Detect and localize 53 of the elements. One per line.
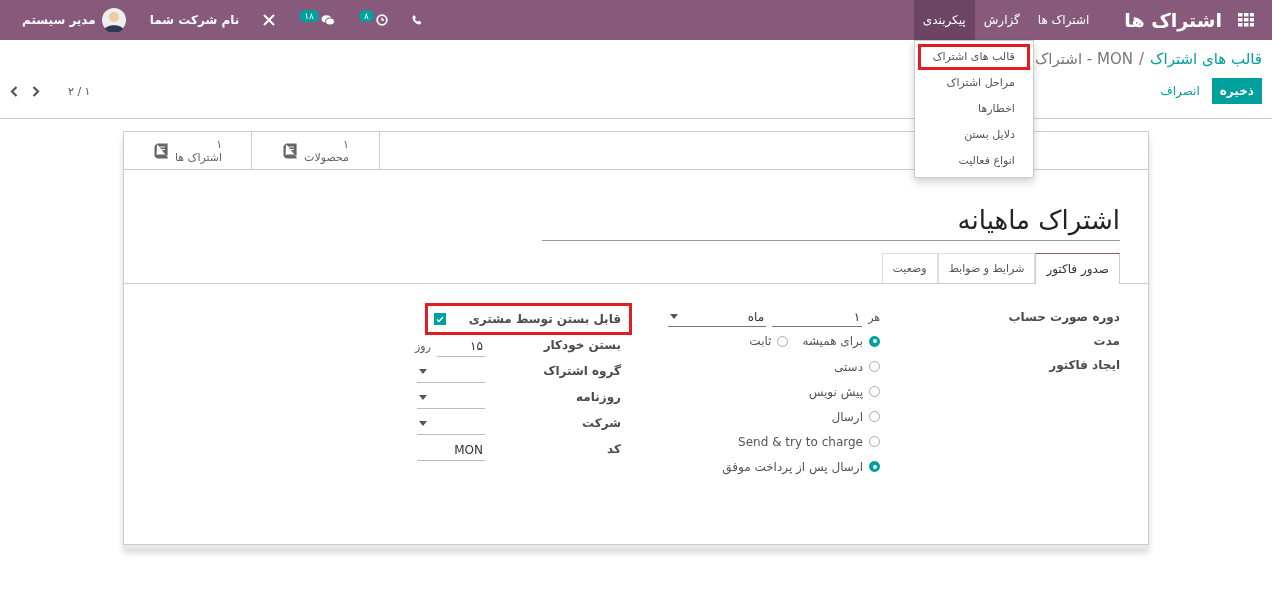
apps-grid-icon[interactable] bbox=[1238, 13, 1254, 27]
radio-option[interactable]: ارسال پس از پرداخت موفق bbox=[722, 454, 880, 479]
field-label: قابل بستن توسط مشتری bbox=[468, 311, 621, 329]
menu-item[interactable]: اشتراک ها bbox=[1028, 0, 1099, 40]
field-label: مدت bbox=[1092, 333, 1120, 350]
field-label: دوره صورت حساب bbox=[1007, 309, 1120, 327]
book-icon bbox=[152, 142, 169, 159]
count-badge: ۱۸ bbox=[299, 10, 319, 22]
menu-item[interactable]: گزارش bbox=[974, 0, 1029, 40]
breadcrumb-separator: / bbox=[1139, 50, 1145, 68]
radio-option[interactable]: پیش نویس bbox=[808, 379, 880, 404]
book-icon bbox=[282, 142, 299, 159]
field-label: ایجاد فاکتور bbox=[1047, 357, 1120, 375]
company-switcher[interactable]: نام شرکت شما bbox=[139, 0, 250, 40]
dropdown-item[interactable]: اخطارها bbox=[917, 96, 1030, 122]
caret-icon bbox=[670, 314, 678, 319]
avatar-icon bbox=[101, 8, 126, 32]
clock-icon bbox=[375, 14, 388, 26]
pager-counter: ۲ / ۱ bbox=[68, 84, 91, 98]
tab[interactable]: شرایط و ضوابط bbox=[937, 253, 1036, 283]
unit-label: روز bbox=[415, 339, 431, 353]
tab[interactable]: وضعیت bbox=[881, 253, 938, 283]
prefix-label: هر bbox=[868, 310, 880, 324]
radio-option[interactable]: برای همیشه bbox=[802, 328, 880, 354]
dropdown-item[interactable]: مراحل اشتراک bbox=[917, 70, 1030, 96]
field-label: گروه اشتراک bbox=[542, 363, 621, 381]
stat-button[interactable]: ۱ اشتراک ها bbox=[124, 132, 252, 169]
field-label: کد bbox=[606, 441, 621, 458]
title-field[interactable]: اشتراک ماهیانه bbox=[542, 204, 1120, 241]
stat-button[interactable]: ۱ محصولات bbox=[252, 132, 380, 169]
radio-option[interactable]: دستی bbox=[833, 354, 880, 379]
dropdown-item[interactable]: قالب های اشتراک bbox=[917, 44, 1030, 70]
chat-icon bbox=[320, 14, 335, 26]
next-icon[interactable] bbox=[32, 85, 40, 97]
count-badge: ۸ bbox=[358, 10, 374, 22]
radio-option[interactable]: Send & try to charge bbox=[738, 429, 880, 454]
caret-icon bbox=[419, 395, 427, 400]
previous-icon[interactable] bbox=[10, 85, 18, 97]
menu-item[interactable]: پیکربندی bbox=[913, 0, 975, 40]
field-label: شرکت bbox=[581, 415, 621, 432]
dropdown-item[interactable]: دلایل بستن bbox=[917, 122, 1030, 148]
caret-icon bbox=[419, 421, 427, 426]
checkbox[interactable] bbox=[433, 313, 446, 325]
caret-icon bbox=[419, 369, 427, 374]
field-label: روزنامه bbox=[575, 389, 621, 407]
radio-option[interactable]: ثابت bbox=[749, 328, 789, 354]
radio-option[interactable]: ارسال bbox=[831, 404, 880, 429]
breadcrumb-current: MON - اشتراک bbox=[1034, 50, 1133, 68]
tab[interactable]: صدور فاکتور bbox=[1035, 253, 1120, 284]
dropdown-item[interactable]: انواع فعالیت bbox=[917, 148, 1030, 174]
user-menu[interactable]: مدیر سیستم bbox=[12, 0, 136, 40]
field-label: بستن خودکار bbox=[542, 337, 621, 355]
app-title: اشتراک ها bbox=[1124, 9, 1222, 31]
